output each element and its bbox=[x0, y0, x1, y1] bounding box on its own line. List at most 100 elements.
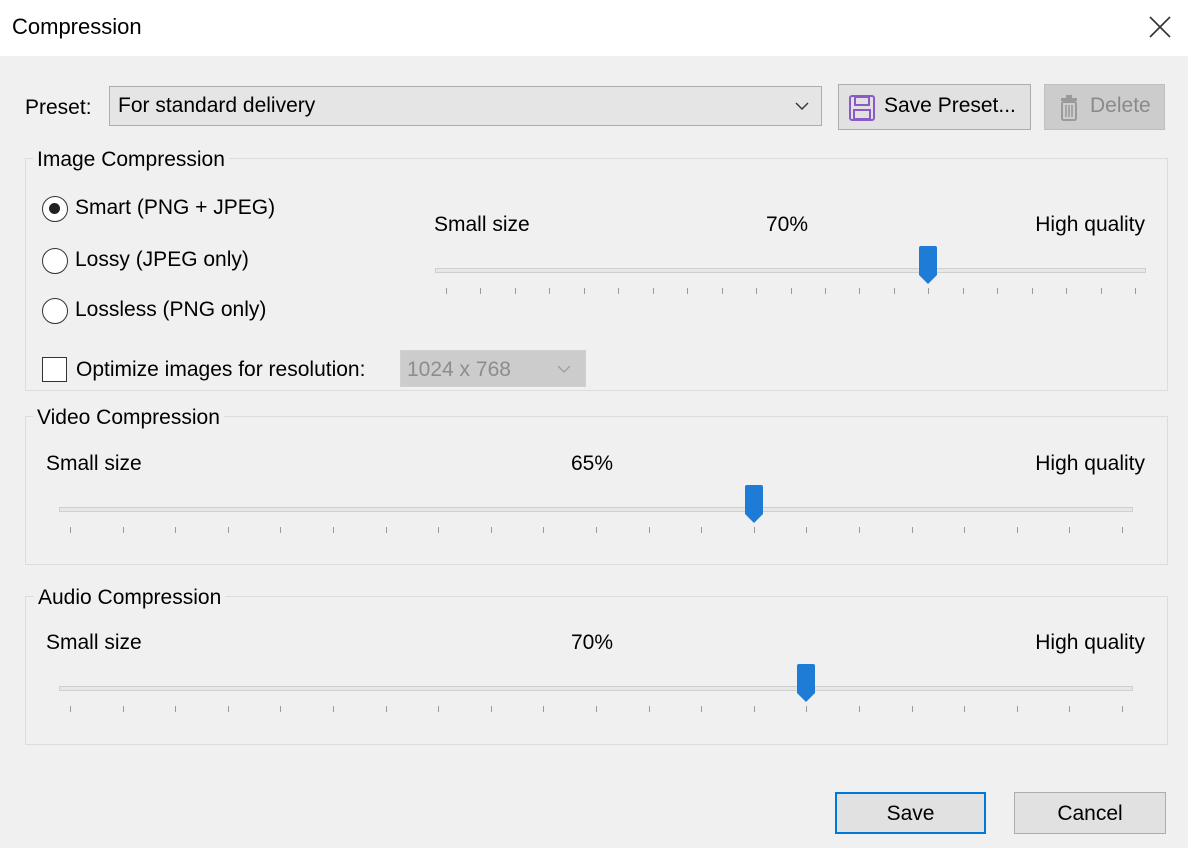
chevron-down-icon bbox=[795, 102, 809, 110]
slider-tick bbox=[1122, 527, 1123, 533]
slider-tick bbox=[543, 706, 545, 712]
video-slider-value: 65% bbox=[571, 452, 614, 475]
slider-tick bbox=[438, 706, 440, 712]
slider-tick bbox=[446, 288, 447, 294]
slider-tick bbox=[227, 527, 229, 533]
delete-preset-label: Delete bbox=[1090, 94, 1151, 117]
slider-tick bbox=[721, 288, 723, 294]
radio-lossy-label: Lossy (JPEG only) bbox=[75, 248, 249, 271]
cancel-button[interactable]: Cancel bbox=[1014, 792, 1166, 834]
slider-track[interactable] bbox=[59, 686, 1133, 691]
save-button[interactable]: Save bbox=[835, 792, 986, 834]
slider-tick bbox=[859, 706, 860, 712]
floppy-disk-icon bbox=[849, 95, 875, 121]
optimize-resolution-label[interactable]: Optimize images for resolution: bbox=[76, 358, 365, 382]
delete-preset-button[interactable]: Delete bbox=[1044, 84, 1165, 130]
slider-tick bbox=[997, 288, 999, 294]
slider-ticks bbox=[59, 706, 1133, 714]
close-button[interactable] bbox=[1132, 0, 1188, 56]
resolution-dropdown[interactable]: 1024 x 768 bbox=[400, 350, 586, 387]
window-title: Compression bbox=[12, 14, 142, 39]
slider-tick bbox=[490, 527, 492, 533]
audio-slider-value: 70% bbox=[571, 631, 614, 654]
slider-thumb[interactable] bbox=[918, 246, 938, 285]
slider-tick bbox=[1069, 527, 1071, 533]
slider-tick bbox=[962, 288, 964, 294]
radio-selected-dot bbox=[49, 203, 60, 214]
slider-tick bbox=[70, 527, 71, 533]
slider-track[interactable] bbox=[59, 507, 1133, 512]
slider-thumb[interactable] bbox=[796, 664, 816, 703]
slider-tick bbox=[652, 288, 654, 294]
slider-tick bbox=[480, 288, 482, 294]
slider-tick bbox=[549, 288, 551, 294]
slider-tick bbox=[756, 288, 758, 294]
slider-tick bbox=[964, 706, 966, 712]
close-icon bbox=[1149, 16, 1171, 38]
slider-tick bbox=[122, 706, 124, 712]
slider-tick bbox=[385, 527, 387, 533]
optimize-resolution-checkbox[interactable] bbox=[42, 357, 67, 382]
slider-tick bbox=[701, 527, 703, 533]
slider-tick bbox=[227, 706, 229, 712]
slider-tick bbox=[824, 288, 826, 294]
slider-tick bbox=[175, 706, 177, 712]
slider-tick bbox=[280, 527, 282, 533]
radio-lossless-label: Lossless (PNG only) bbox=[75, 298, 267, 321]
chevron-down-icon bbox=[557, 365, 571, 373]
slider-tick bbox=[596, 527, 597, 533]
audio-quality-slider[interactable] bbox=[59, 664, 1133, 740]
slider-tick bbox=[701, 706, 703, 712]
slider-tick bbox=[70, 706, 71, 712]
preset-dropdown[interactable]: For standard delivery bbox=[109, 86, 822, 126]
slider-tick bbox=[790, 288, 792, 294]
preset-dropdown-value: For standard delivery bbox=[118, 94, 316, 117]
resolution-dropdown-value: 1024 x 768 bbox=[407, 358, 511, 381]
slider-tick bbox=[911, 527, 913, 533]
save-preset-button[interactable]: Save Preset... bbox=[838, 84, 1031, 130]
slider-tick bbox=[596, 706, 597, 712]
slider-tick bbox=[753, 706, 755, 712]
radio-button[interactable] bbox=[42, 248, 68, 274]
slider-tick bbox=[859, 288, 861, 294]
slider-tick bbox=[806, 527, 808, 533]
slider-tick bbox=[648, 527, 650, 533]
cancel-button-label: Cancel bbox=[1057, 802, 1123, 825]
slider-tick bbox=[438, 527, 440, 533]
save-button-label: Save bbox=[886, 802, 935, 825]
video-slider-min-label: Small size bbox=[46, 452, 142, 475]
title-bar: Compression bbox=[0, 0, 1188, 56]
slider-tick bbox=[648, 706, 650, 712]
slider-tick bbox=[964, 527, 966, 533]
slider-tick bbox=[543, 527, 545, 533]
slider-ticks bbox=[59, 527, 1133, 535]
preset-label: Preset: bbox=[25, 96, 92, 119]
video-quality-slider[interactable] bbox=[59, 485, 1133, 561]
slider-ticks bbox=[435, 288, 1146, 296]
slider-tick bbox=[618, 288, 620, 294]
slider-thumb[interactable] bbox=[744, 485, 764, 524]
image-slider-value: 70% bbox=[766, 213, 809, 236]
slider-tick bbox=[1016, 706, 1018, 712]
slider-tick bbox=[806, 706, 808, 712]
slider-tick bbox=[385, 706, 387, 712]
video-slider-max-label: High quality bbox=[1035, 452, 1145, 475]
slider-tick bbox=[1122, 706, 1123, 712]
slider-tick bbox=[583, 288, 585, 294]
slider-track[interactable] bbox=[435, 268, 1146, 273]
save-preset-label: Save Preset... bbox=[884, 94, 1016, 117]
slider-tick bbox=[490, 706, 492, 712]
slider-tick bbox=[1031, 288, 1033, 294]
slider-tick bbox=[333, 706, 334, 712]
image-slider-max-label: High quality bbox=[1035, 213, 1145, 236]
slider-tick bbox=[1135, 288, 1136, 294]
slider-tick bbox=[893, 288, 895, 294]
slider-tick bbox=[687, 288, 689, 294]
slider-tick bbox=[928, 288, 930, 294]
radio-button[interactable] bbox=[42, 298, 68, 324]
radio-button[interactable] bbox=[42, 196, 68, 222]
image-quality-slider[interactable] bbox=[435, 246, 1146, 322]
audio-slider-min-label: Small size bbox=[46, 631, 142, 654]
slider-tick bbox=[1016, 527, 1018, 533]
audio-slider-max-label: High quality bbox=[1035, 631, 1145, 654]
